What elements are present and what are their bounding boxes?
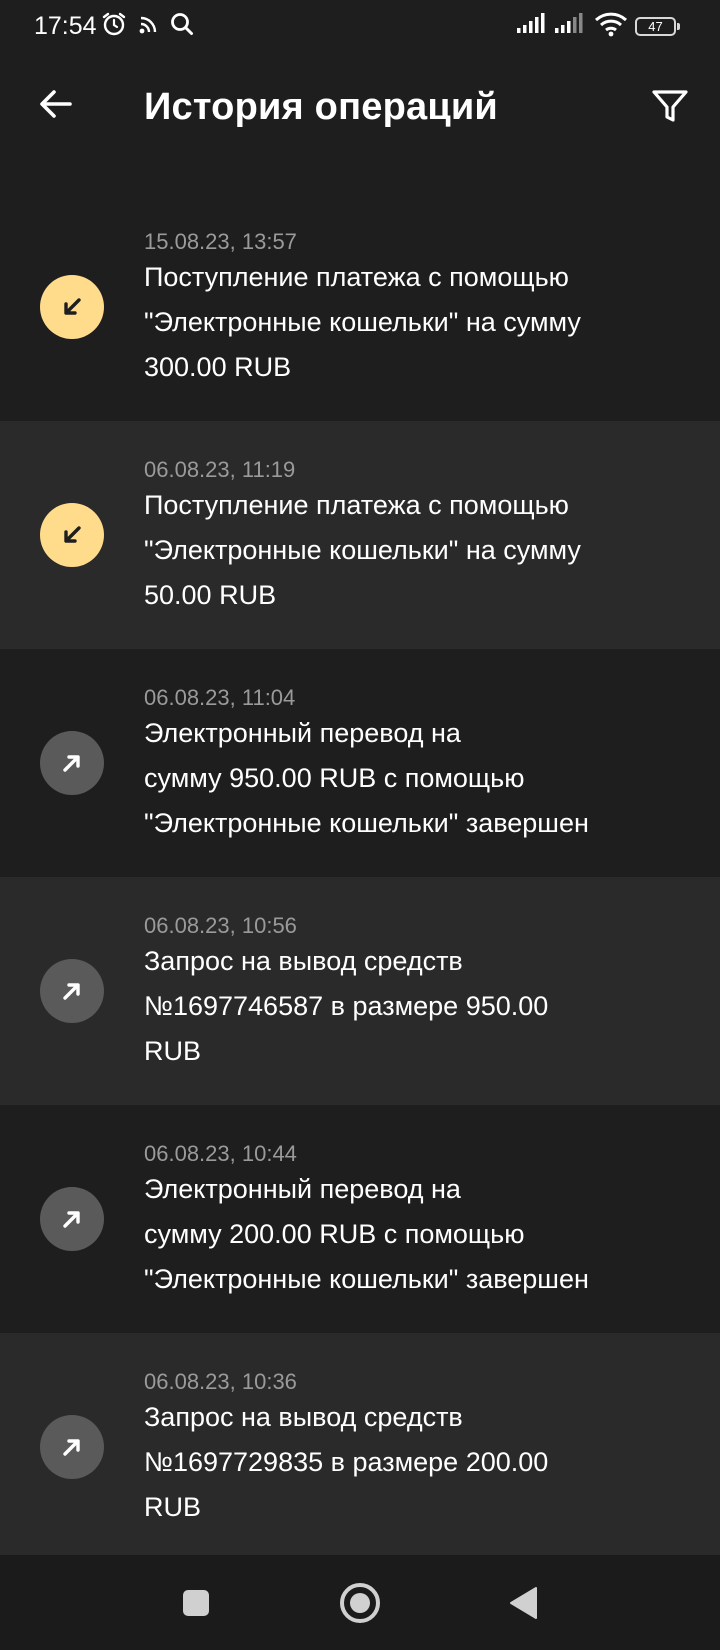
operation-description: Запрос на вывод средств №1697746587 в ра… xyxy=(144,946,549,1066)
back-triangle-icon xyxy=(510,1587,537,1619)
arrow-up-right-icon xyxy=(40,731,104,795)
recents-button[interactable] xyxy=(172,1579,220,1627)
arrow-down-left-icon xyxy=(40,275,104,339)
battery-tip xyxy=(677,23,680,30)
operation-description: Электронный перевод на сумму 950.00 RUB … xyxy=(144,718,589,838)
operation-description: Поступление платежа с помощью "Электронн… xyxy=(144,490,581,610)
operation-date: 06.08.23, 11:19 xyxy=(144,457,296,482)
operation-item[interactable]: 15.08.23, 13:57 Поступление платежа с по… xyxy=(0,193,720,421)
operation-date: 06.08.23, 10:44 xyxy=(144,1141,297,1166)
operations-list: 15.08.23, 13:57 Поступление платежа с по… xyxy=(0,193,720,1556)
arrow-down-left-icon xyxy=(40,503,104,567)
operation-date: 06.08.23, 10:36 xyxy=(144,1369,297,1394)
home-button[interactable] xyxy=(336,1579,384,1627)
arrow-up-right-icon xyxy=(40,1187,104,1251)
page-title: История операций xyxy=(144,86,498,128)
signal-icon xyxy=(516,10,548,43)
operation-date: 06.08.23, 11:04 xyxy=(144,685,296,710)
operation-description: Электронный перевод на сумму 200.00 RUB … xyxy=(144,1174,589,1294)
operation-item[interactable]: 06.08.23, 11:19 Поступление платежа с по… xyxy=(0,421,720,649)
back-button[interactable] xyxy=(30,78,82,130)
arrow-up-right-icon xyxy=(40,959,104,1023)
alarm-icon xyxy=(100,10,128,43)
cast-icon xyxy=(136,10,162,43)
home-circle-icon xyxy=(340,1583,380,1623)
recents-square-icon xyxy=(183,1590,209,1616)
status-time: 17:54 xyxy=(34,12,97,40)
app-bar: История операций xyxy=(0,56,720,156)
operation-date: 06.08.23, 10:56 xyxy=(144,913,297,938)
operation-description: Запрос на вывод средств №1697729835 в ра… xyxy=(144,1402,549,1522)
wifi-icon xyxy=(594,10,628,43)
operation-item[interactable]: 06.08.23, 11:04 Электронный перевод на с… xyxy=(0,649,720,877)
signal-icon xyxy=(554,10,586,43)
battery-icon: 47 xyxy=(635,17,676,36)
back-nav-button[interactable] xyxy=(500,1579,548,1627)
filter-icon xyxy=(652,90,688,122)
operation-item[interactable]: 06.08.23, 10:44 Электронный перевод на с… xyxy=(0,1105,720,1333)
arrow-left-icon xyxy=(40,90,72,118)
filter-button[interactable] xyxy=(644,80,696,132)
system-nav-bar xyxy=(0,1555,720,1650)
operation-item[interactable]: 06.08.23, 10:36 Запрос на вывод средств … xyxy=(0,1333,720,1556)
arrow-up-right-icon xyxy=(40,1415,104,1479)
operation-item[interactable]: 06.08.23, 10:56 Запрос на вывод средств … xyxy=(0,877,720,1105)
search-icon xyxy=(168,10,196,43)
operation-date: 15.08.23, 13:57 xyxy=(144,229,297,254)
status-bar: 17:54 47 xyxy=(0,0,720,56)
operation-description: Поступление платежа с помощью "Электронн… xyxy=(144,262,581,382)
